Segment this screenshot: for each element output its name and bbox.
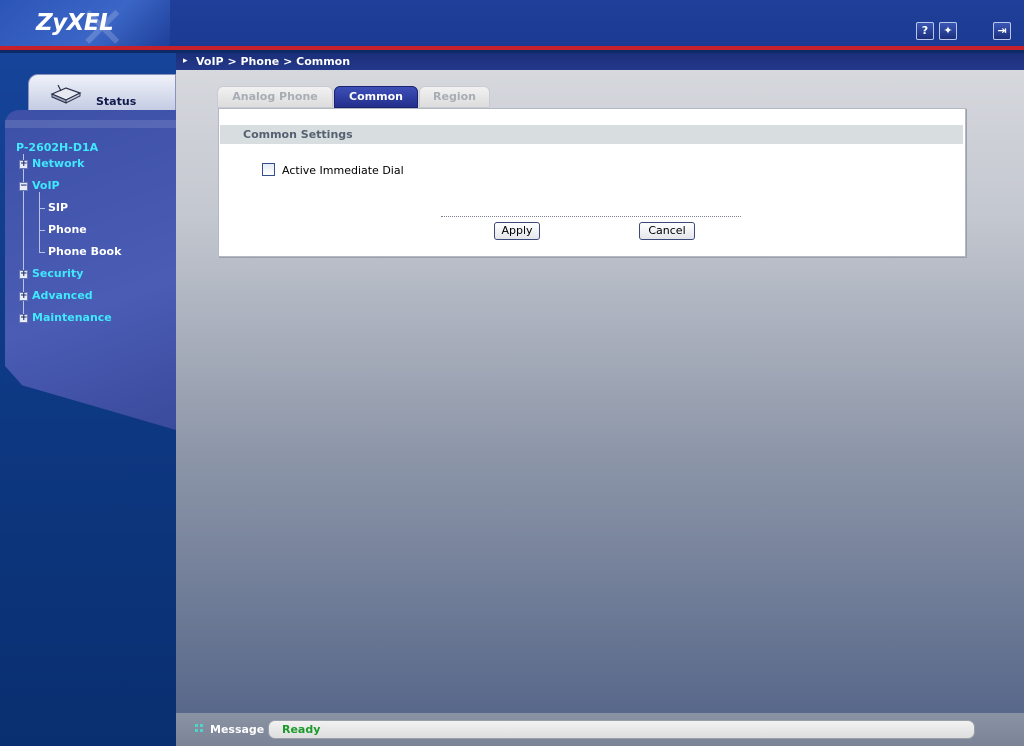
message-indicator-icon (195, 724, 203, 732)
section-title: Common Settings (243, 128, 353, 141)
collapse-voip-icon[interactable]: − (19, 182, 28, 191)
tab-common[interactable]: Common (334, 86, 418, 108)
nav-panel (5, 110, 176, 430)
message-field (268, 720, 975, 739)
help-icon[interactable]: ? (916, 22, 934, 40)
tab-analog-phone[interactable]: Analog Phone (217, 86, 333, 108)
nav-panel-edge (5, 120, 176, 128)
nav-network[interactable]: Network (32, 157, 84, 170)
divider (441, 216, 741, 217)
tree-branch (39, 252, 45, 253)
nav-phone[interactable]: Phone (48, 223, 87, 236)
breadcrumb: VoIP > Phone > Common (196, 55, 351, 68)
message-value: Ready (282, 723, 321, 736)
nav-sip[interactable]: SIP (48, 201, 68, 214)
expand-maintenance-icon[interactable]: + (19, 314, 28, 323)
active-immediate-dial-label: Active Immediate Dial (282, 164, 404, 177)
tree-branch (39, 208, 45, 209)
tab-region[interactable]: Region (419, 86, 490, 108)
expand-network-icon[interactable]: + (19, 160, 28, 169)
status-tab-label: Status (96, 95, 137, 108)
expand-advanced-icon[interactable]: + (19, 292, 28, 301)
nav-maintenance[interactable]: Maintenance (32, 311, 112, 324)
wizard-icon[interactable]: ✦ (939, 22, 957, 40)
nav-advanced[interactable]: Advanced (32, 289, 93, 302)
router-icon (50, 84, 82, 104)
breadcrumb-arrow-icon: ▸ (183, 56, 188, 66)
logout-icon[interactable]: ⇥ (993, 22, 1011, 40)
cancel-button[interactable]: Cancel (639, 222, 695, 240)
active-immediate-dial-checkbox[interactable] (262, 163, 275, 176)
message-label: Message (210, 723, 265, 736)
tree-branch (39, 230, 45, 231)
device-name: P-2602H-D1A (16, 141, 99, 154)
zyxel-logo: ZyXEL (36, 10, 114, 36)
expand-security-icon[interactable]: + (19, 270, 28, 279)
apply-button[interactable]: Apply (494, 222, 540, 240)
nav-phone-book[interactable]: Phone Book (48, 245, 121, 258)
tree-sub-vertical-line (39, 192, 40, 252)
nav-security[interactable]: Security (32, 267, 83, 280)
nav-voip[interactable]: VoIP (32, 179, 60, 192)
